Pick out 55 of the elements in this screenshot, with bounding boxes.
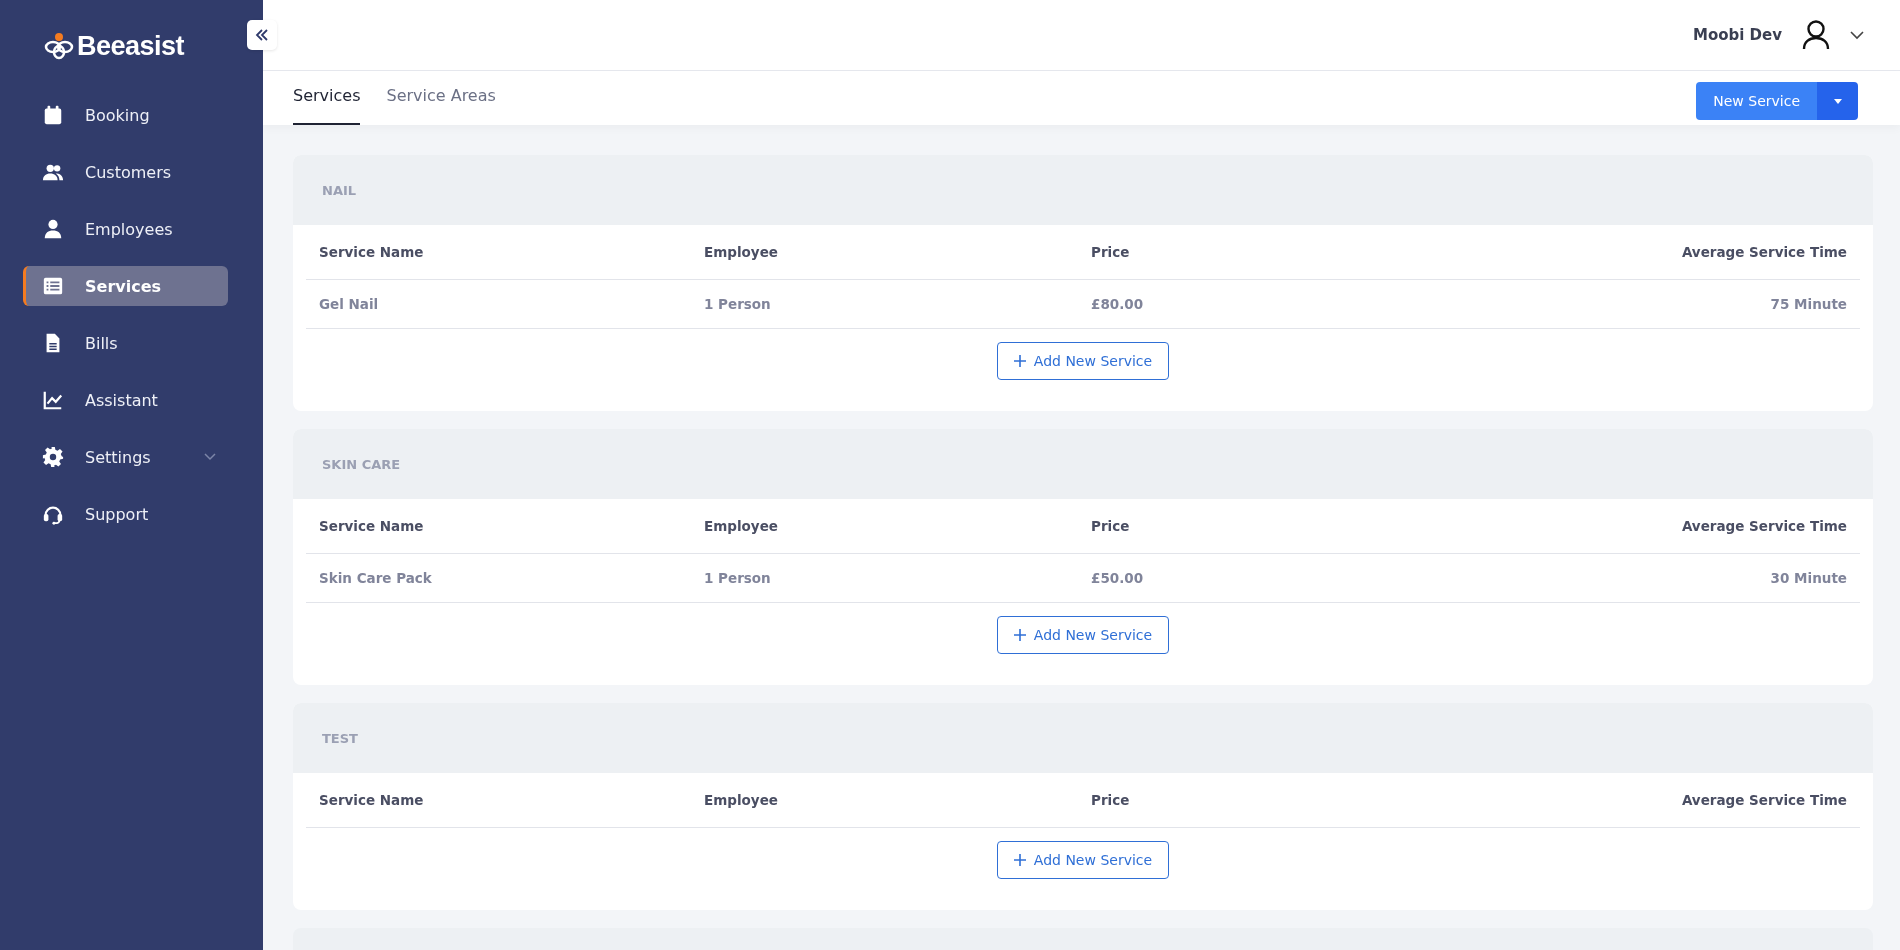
column-header: Service Name — [319, 792, 425, 808]
chart-icon — [42, 389, 64, 411]
plus-icon — [1013, 355, 1026, 367]
sidebar-item[interactable]: Settings — [23, 437, 228, 477]
dropdown-toggle-button[interactable] — [1817, 82, 1858, 120]
table-cell-text: Skin Care Pack — [319, 570, 433, 586]
column-header: Service Name — [319, 244, 425, 260]
logo-text: Beeasist — [77, 30, 185, 62]
add-new-service-button[interactable]: Add New Service — [996, 342, 1170, 380]
collapse-sidebar-button[interactable] — [247, 20, 277, 50]
chevron-down-icon — [204, 453, 216, 461]
table-cell-text: 30 Minute — [1769, 570, 1847, 586]
user-icon — [42, 218, 64, 240]
bee-logo-icon — [44, 32, 74, 60]
plus-icon — [1013, 854, 1026, 866]
category-title: SKIN CARE — [322, 456, 401, 472]
double-chevron-left-icon — [255, 28, 269, 42]
column-header: Employee — [704, 518, 779, 534]
table-cell-text: 75 Minute — [1769, 296, 1847, 312]
caret-down-icon — [1833, 98, 1842, 104]
add-new-service-button[interactable]: Add New Service — [996, 841, 1170, 879]
column-header: Employee — [704, 244, 779, 260]
sidebar-item[interactable]: Services — [23, 266, 228, 306]
plus-icon — [1013, 629, 1026, 641]
new-service-button[interactable]: New Service — [1696, 82, 1817, 120]
user-avatar-icon[interactable] — [1802, 20, 1830, 50]
list-icon — [42, 275, 64, 297]
table-cell-text: £50.00 — [1091, 570, 1145, 586]
table-cell-text: 1 Person — [704, 570, 772, 586]
tab[interactable]: Service Areas — [386, 71, 496, 125]
table-cell-text: 1 Person — [704, 296, 772, 312]
column-header: Price — [1091, 792, 1131, 808]
gear-icon — [42, 446, 64, 468]
sidebar-item[interactable]: Employees — [23, 209, 228, 249]
column-header: Service Name — [319, 518, 425, 534]
column-header: Average Service Time — [1680, 244, 1847, 260]
column-header: Price — [1091, 518, 1131, 534]
category-title: TEST — [322, 730, 358, 746]
table-cell-text: Gel Nail — [319, 296, 380, 312]
user-name: Moobi Dev — [1692, 26, 1782, 44]
calendar-icon — [42, 104, 64, 126]
sidebar-item[interactable]: Bills — [23, 323, 228, 363]
table-cell-text: £80.00 — [1091, 296, 1145, 312]
tab[interactable]: Services — [293, 71, 361, 125]
category-title: NAIL — [322, 182, 357, 198]
sidebar-item[interactable]: Support — [23, 494, 228, 534]
add-new-service-button[interactable]: Add New Service — [996, 616, 1170, 654]
column-header: Employee — [704, 792, 779, 808]
sidebar-item[interactable]: Customers — [23, 152, 228, 192]
chevron-down-icon[interactable] — [1850, 30, 1864, 40]
column-header: Average Service Time — [1680, 518, 1847, 534]
sidebar-item[interactable]: Assistant — [23, 380, 228, 420]
column-header: Price — [1091, 244, 1131, 260]
sidebar-item[interactable]: Booking — [23, 95, 228, 135]
column-header: Average Service Time — [1680, 792, 1847, 808]
